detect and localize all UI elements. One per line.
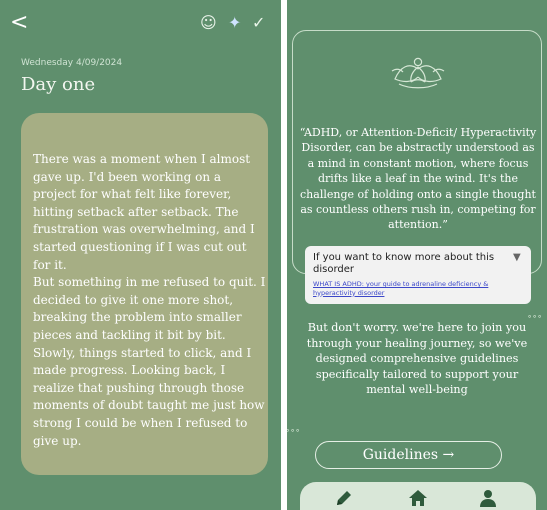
check-icon[interactable]: ✓ [252,14,265,32]
adhd-quote: “ADHD, or Attention-Deficit/ Hyperactivi… [299,126,537,232]
bottom-nav-bar [300,482,536,510]
sparkle-icon[interactable]: ✦ [228,14,241,32]
decorative-dots: ∘∘∘ [287,426,301,435]
journal-toolbar: < ☺ ✦ ✓ [0,0,281,46]
journal-screen: < ☺ ✦ ✓ Wednesday 4/09/2024 Day one Ther… [0,0,281,510]
entry-title[interactable]: Day one [21,74,95,95]
entry-date: Wednesday 4/09/2024 [21,58,123,68]
adhd-guide-link[interactable]: WHAT IS ADHD: your guide to adrenaline d… [313,280,527,297]
guidelines-button[interactable]: Guidelines → [315,441,502,469]
mood-icon[interactable]: ☺ [200,14,217,32]
learn-more-title[interactable]: If you want to know more about this diso… [313,252,505,276]
pencil-icon[interactable] [334,488,354,508]
lotus-meditation-icon [391,57,445,89]
dropdown-arrow-icon[interactable]: ▼ [513,252,521,263]
learn-more-expander[interactable]: If you want to know more about this diso… [305,246,531,304]
info-screen: “ADHD, or Attention-Deficit/ Hyperactivi… [287,0,547,510]
home-icon[interactable] [408,488,428,508]
entry-card[interactable]: There was a moment when I almost gave up… [21,113,268,475]
quote-card: “ADHD, or Attention-Deficit/ Hyperactivi… [292,30,542,304]
person-icon[interactable] [478,488,498,508]
entry-body-text[interactable]: There was a moment when I almost gave up… [33,151,266,450]
back-button[interactable]: < [10,11,34,35]
support-text: But don't worry. we're here to join you … [306,321,528,397]
